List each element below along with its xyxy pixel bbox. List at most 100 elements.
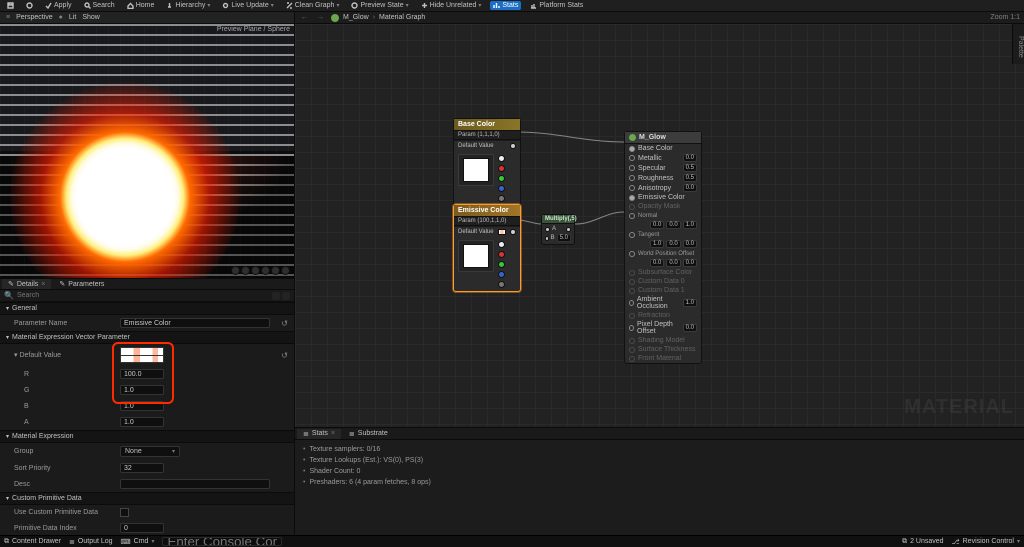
val-desc[interactable]	[120, 479, 270, 489]
output-pin-g[interactable]	[498, 261, 505, 268]
input-pin[interactable]	[629, 338, 635, 344]
details-search-input[interactable]	[17, 292, 272, 299]
browse-icon[interactable]	[23, 1, 36, 10]
clean-graph-dropdown[interactable]: Clean Graph▾	[283, 1, 343, 10]
apply-button[interactable]: Apply	[42, 1, 75, 10]
input-pin[interactable]	[629, 325, 634, 331]
input-pin[interactable]	[629, 347, 635, 353]
out-ao-v[interactable]: 1.0	[683, 299, 697, 307]
input-pin[interactable]	[629, 232, 635, 238]
tab-stats[interactable]: ≣Stats×	[297, 429, 341, 439]
val-g[interactable]: 1.0	[120, 385, 164, 395]
tab-substrate[interactable]: ≣Substrate	[343, 429, 394, 439]
node-emissive-color[interactable]: Emissive Color Param (100,1,1,0) Default…	[453, 204, 521, 292]
section-cpd[interactable]: ▾Custom Primitive Data	[0, 492, 294, 505]
color-swatch[interactable]	[120, 347, 164, 363]
graph-crumb[interactable]: Material Graph	[379, 14, 425, 21]
input-pin[interactable]	[629, 175, 635, 181]
search-button[interactable]: Search	[81, 1, 118, 10]
output-pin[interactable]	[566, 227, 571, 232]
node-multiply[interactable]: Multiply(,5) A B5.0	[541, 214, 575, 245]
out-anisotropy-v[interactable]: 0.0	[683, 184, 697, 192]
input-pin[interactable]	[629, 146, 635, 152]
graph-title[interactable]: M_Glow	[343, 14, 369, 21]
output-pin-rgb[interactable]	[498, 241, 505, 248]
save-icon[interactable]	[4, 1, 17, 10]
checkbox-use-cpd[interactable]	[120, 508, 129, 517]
hide-unrelated-dropdown[interactable]: Hide Unrelated▾	[418, 1, 485, 10]
val-pdi[interactable]: 0	[120, 523, 164, 533]
output-pin-a[interactable]	[498, 281, 505, 288]
section-mat-exp[interactable]: ▾Material Expression	[0, 430, 294, 443]
lbl-default-value[interactable]: ▾ Default Value	[14, 351, 114, 359]
out-pdo-v[interactable]: 0.0	[683, 324, 697, 332]
input-pin-b[interactable]	[545, 236, 549, 241]
output-pin-a[interactable]	[498, 195, 505, 202]
filter-icon[interactable]	[272, 292, 280, 300]
input-pin[interactable]	[629, 313, 635, 319]
settings-icon[interactable]	[282, 292, 290, 300]
revision-control-button[interactable]: ⎇Revision Control▾	[952, 538, 1020, 546]
input-pin[interactable]	[629, 300, 634, 306]
input-pin[interactable]	[629, 251, 635, 257]
node-color-swatch[interactable]	[463, 158, 489, 182]
stats-toggle[interactable]: Stats	[490, 1, 521, 10]
out-metallic-v[interactable]: 0.0	[683, 154, 697, 162]
hierarchy-dropdown[interactable]: Hierarchy▾	[163, 1, 213, 10]
section-mevp[interactable]: ▾Material Expression Vector Parameter	[0, 331, 294, 344]
out-specular-v[interactable]: 0.5	[683, 164, 697, 172]
input-pin[interactable]	[629, 185, 635, 191]
nav-back[interactable]: ←	[299, 14, 310, 21]
reset-icon[interactable]: ↺	[281, 319, 288, 328]
node-base-color[interactable]: Base Color Param (1,1,1,0) Default Value	[453, 118, 521, 206]
val-r[interactable]: 100.0	[120, 369, 164, 379]
material-preview-viewport[interactable]: Preview Plane / Sphere	[0, 24, 294, 278]
input-pin[interactable]	[629, 279, 635, 285]
viewport-lit[interactable]: Lit	[69, 14, 76, 21]
group-dropdown[interactable]: None▾	[120, 446, 180, 457]
reset-icon[interactable]: ↺	[281, 351, 288, 360]
output-pin-r[interactable]	[498, 165, 505, 172]
content-drawer-button[interactable]: ⧉Content Drawer	[4, 538, 61, 546]
out-roughness-v[interactable]: 0.5	[683, 174, 697, 182]
pin-b-value[interactable]: 5.0	[557, 234, 571, 242]
platform-stats-button[interactable]: Platform Stats	[527, 1, 586, 10]
val-parameter-name[interactable]: Emissive Color	[120, 318, 270, 328]
input-pin-a[interactable]	[545, 227, 550, 232]
viewport-perspective[interactable]: Perspective	[16, 14, 53, 21]
output-pin-rgb[interactable]	[498, 155, 505, 162]
material-graph-canvas[interactable]: Palette MATERIAL Base Color Param (1,1,1…	[295, 24, 1024, 427]
input-pin[interactable]	[629, 270, 635, 276]
viewport-menu-icon[interactable]: ≡	[6, 14, 10, 21]
output-pin-b[interactable]	[498, 185, 505, 192]
section-general[interactable]: ▾General	[0, 302, 294, 315]
node-color-swatch[interactable]	[463, 244, 489, 268]
val-b[interactable]: 1.0	[120, 401, 164, 411]
viewport-shape-buttons[interactable]	[231, 266, 290, 275]
input-pin[interactable]	[629, 356, 635, 362]
output-pin[interactable]	[510, 143, 516, 149]
tab-parameters[interactable]: ✎Parameters	[53, 279, 110, 289]
nav-forward[interactable]: →	[315, 14, 326, 21]
viewport-lit-icon[interactable]: ●	[59, 14, 63, 21]
palette-tab[interactable]: Palette	[1012, 24, 1024, 64]
preview-state-dropdown[interactable]: Preview State▾	[348, 1, 411, 10]
live-update-dropdown[interactable]: Live Update▾	[219, 1, 276, 10]
val-a[interactable]: 1.0	[120, 417, 164, 427]
console-command-input[interactable]	[162, 537, 282, 546]
input-pin[interactable]	[629, 165, 635, 171]
output-pin-b[interactable]	[498, 271, 505, 278]
input-pin[interactable]	[629, 213, 635, 219]
viewport-show[interactable]: Show	[82, 14, 100, 21]
input-pin[interactable]	[629, 155, 635, 161]
output-pin-r[interactable]	[498, 251, 505, 258]
node-material-output[interactable]: M_Glow Base Color Metallic0.0 Specular0.…	[624, 131, 702, 364]
home-button[interactable]: Home	[124, 1, 158, 10]
input-pin[interactable]	[629, 195, 635, 201]
input-pin[interactable]	[629, 288, 635, 294]
output-pin[interactable]	[510, 229, 516, 235]
val-sort-priority[interactable]: 32	[120, 463, 164, 473]
output-log-button[interactable]: ≣Output Log	[69, 538, 113, 546]
tab-details[interactable]: ✎Details×	[2, 279, 51, 289]
output-pin-g[interactable]	[498, 175, 505, 182]
